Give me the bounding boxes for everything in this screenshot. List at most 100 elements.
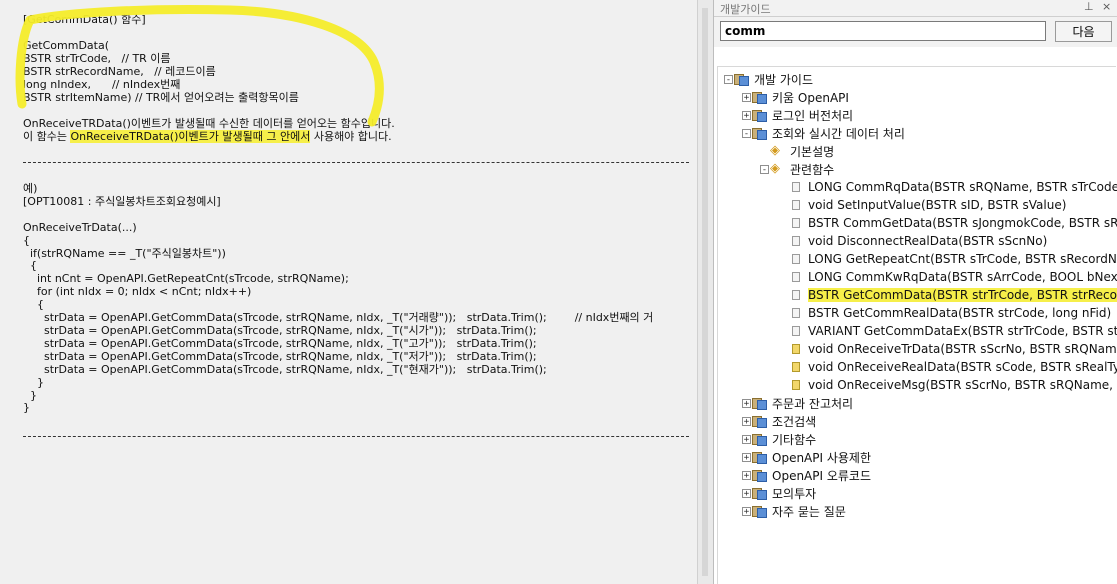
tree-item[interactable]: ◈ 기본설명: [770, 142, 834, 160]
tree-item-label: 조회와 실시간 데이터 처리: [772, 126, 905, 141]
page-icon: [792, 272, 800, 282]
tree-item[interactable]: VARIANT GetCommDataEx(BSTR strTrCode, BS…: [790, 322, 1117, 340]
collapse-icon[interactable]: -: [724, 75, 733, 85]
expand-icon[interactable]: +: [742, 489, 751, 499]
tree-item[interactable]: 조회와 실시간 데이터 처리: [752, 124, 905, 142]
tree-item[interactable]: void SetInputValue(BSTR sID, BSTR sValue…: [790, 196, 1066, 214]
doc-example-code: 예) [OPT10081 : 주식일봉차트조회요청예시] OnReceiveTr…: [23, 182, 653, 415]
tree-item-label: LONG CommKwRqData(BSTR sArrCode, BOOL bN…: [808, 270, 1117, 284]
code-line: }: [23, 388, 37, 402]
expand-icon[interactable]: +: [742, 93, 751, 103]
book-icon: [752, 504, 768, 518]
page-icon: [792, 308, 800, 318]
tree-item-label: void DisconnectRealData(BSTR sScnNo): [808, 234, 1048, 248]
code-line: strData = OpenAPI.GetCommData(sTrcode, s…: [23, 323, 537, 337]
code-line: if(strRQName == _T("주식일봉차트")): [23, 246, 226, 260]
event-page-icon: [792, 362, 800, 372]
tag-icon: ◈: [770, 143, 780, 158]
expand-icon[interactable]: +: [742, 111, 751, 121]
page-icon: [792, 254, 800, 264]
tree-item-label: void OnReceiveRealData(BSTR sCode, BSTR …: [808, 360, 1117, 374]
expand-icon[interactable]: +: [742, 507, 751, 517]
tree-item[interactable]: 로그인 버전처리: [752, 106, 853, 124]
tree-item-label: BSTR GetCommRealData(BSTR strCode, long …: [808, 306, 1112, 320]
expand-icon[interactable]: +: [742, 471, 751, 481]
sig-line-2: BSTR strRecordName, // 레코드이름: [23, 64, 216, 78]
tree-item-label: 모의투자: [772, 486, 817, 501]
tree-item[interactable]: 기타함수: [752, 430, 816, 448]
book-icon: [752, 414, 768, 428]
tree-item-label: 관련함수: [790, 162, 835, 177]
desc-line-1: OnReceiveTRData()이벤트가 발생될때 수신한 데이터를 얻어오는…: [23, 117, 395, 130]
tree-item-label: 키움 OpenAPI: [772, 90, 849, 105]
collapse-icon[interactable]: -: [742, 129, 751, 139]
tree-item[interactable]: BSTR GetCommRealData(BSTR strCode, long …: [790, 304, 1111, 322]
desc-line-2-pre: 이 함수는: [23, 129, 71, 143]
doc-description: OnReceiveTRData()이벤트가 발생될때 수신한 데이터를 얻어오는…: [23, 117, 395, 144]
tree-item[interactable]: OpenAPI 오류코드: [752, 466, 871, 484]
panel-titlebar: 개발가이드 ⊥ ×: [714, 0, 1117, 17]
event-page-icon: [792, 380, 800, 390]
tree-item[interactable]: 키움 OpenAPI: [752, 88, 849, 106]
tree-item[interactable]: void DisconnectRealData(BSTR sScnNo): [790, 232, 1047, 250]
tree-item-label: 주문과 잔고처리: [772, 396, 854, 411]
book-icon: [752, 108, 768, 122]
tree-item-label: void OnReceiveMsg(BSTR sScrNo, BSTR sRQN…: [808, 378, 1117, 392]
code-line: strData = OpenAPI.GetCommData(sTrcode, s…: [23, 362, 547, 376]
page-icon: [792, 218, 800, 228]
tree-item-label: LONG CommRqData(BSTR sRQName, BSTR sTrCo…: [808, 180, 1117, 194]
tree-item[interactable]: 개발 가이드: [734, 70, 813, 88]
code-line: int nCnt = OpenAPI.GetRepeatCnt(sTrcode,…: [23, 272, 349, 286]
search-input[interactable]: [720, 21, 1046, 41]
book-icon: [752, 486, 768, 500]
tree-item-label: void SetInputValue(BSTR sID, BSTR sValue…: [808, 198, 1067, 212]
tree-item[interactable]: 모의투자: [752, 484, 816, 502]
book-icon: [752, 396, 768, 410]
code-line: {: [23, 259, 37, 273]
search-row: 다음: [714, 17, 1117, 47]
tree-item-selected[interactable]: BSTR GetCommData(BSTR strTrCode, BSTR st…: [790, 286, 1117, 304]
book-icon: [752, 126, 768, 140]
tree-item[interactable]: LONG GetRepeatCnt(BSTR sTrCode, BSTR sRe…: [790, 250, 1117, 268]
tree-item[interactable]: LONG CommRqData(BSTR sRQName, BSTR sTrCo…: [790, 178, 1117, 196]
guide-tree: - 개발 가이드 + 키움 OpenAPI + 로그인 버전처리 - 조회와 실시간 데이터 …: [717, 66, 1117, 584]
pin-icon[interactable]: ⊥: [1084, 0, 1094, 13]
tree-item-label: BSTR GetCommData(BSTR strTrCode, BSTR st…: [808, 288, 1117, 302]
tree-item-label: 조건검색: [772, 414, 817, 429]
code-line: 예): [23, 182, 38, 195]
code-line: }: [23, 401, 30, 415]
sig-line-1: BSTR strTrCode, // TR 이름: [23, 51, 171, 65]
divider-top: [23, 162, 689, 163]
tree-item[interactable]: BSTR CommGetData(BSTR sJongmokCode, BSTR…: [790, 214, 1117, 232]
tree-item[interactable]: 주문과 잔고처리: [752, 394, 853, 412]
tree-item-label: 자주 묻는 질문: [772, 504, 846, 519]
tree-item-label: void OnReceiveTrData(BSTR sScrNo, BSTR s…: [808, 342, 1117, 356]
book-icon: [734, 72, 750, 86]
expand-icon[interactable]: +: [742, 399, 751, 409]
tree-item[interactable]: void OnReceiveTrData(BSTR sScrNo, BSTR s…: [790, 340, 1117, 358]
tree-item[interactable]: 자주 묻는 질문: [752, 502, 846, 520]
book-icon: [752, 90, 768, 104]
collapse-icon[interactable]: -: [760, 165, 769, 175]
tree-item-label: 기본설명: [790, 144, 835, 159]
tree-item[interactable]: OpenAPI 사용제한: [752, 448, 871, 466]
sig-line-4: BSTR strItemName) // TR에서 얻어오려는 출력항목이름: [23, 90, 299, 104]
code-line: strData = OpenAPI.GetCommData(sTrcode, s…: [23, 349, 537, 363]
tree-item[interactable]: LONG CommKwRqData(BSTR sArrCode, BOOL bN…: [790, 268, 1117, 286]
book-icon: [752, 432, 768, 446]
tree-item[interactable]: void OnReceiveRealData(BSTR sCode, BSTR …: [790, 358, 1117, 376]
tree-item[interactable]: void OnReceiveMsg(BSTR sScrNo, BSTR sRQN…: [790, 376, 1117, 394]
tag-icon: ◈: [770, 161, 780, 176]
tree-item-label: LONG GetRepeatCnt(BSTR sTrCode, BSTR sRe…: [808, 252, 1117, 266]
close-icon[interactable]: ×: [1102, 0, 1111, 13]
expand-icon[interactable]: +: [742, 435, 751, 445]
tree-item[interactable]: ◈ 관련함수: [770, 160, 834, 178]
page-icon: [792, 326, 800, 336]
code-line: {: [23, 233, 30, 247]
expand-icon[interactable]: +: [742, 453, 751, 463]
expand-icon[interactable]: +: [742, 417, 751, 427]
next-button[interactable]: 다음: [1055, 21, 1112, 42]
vertical-scrollbar[interactable]: [702, 8, 708, 576]
tree-item[interactable]: 조건검색: [752, 412, 816, 430]
code-line: for (int nIdx = 0; nIdx < nCnt; nIdx++): [23, 285, 252, 299]
